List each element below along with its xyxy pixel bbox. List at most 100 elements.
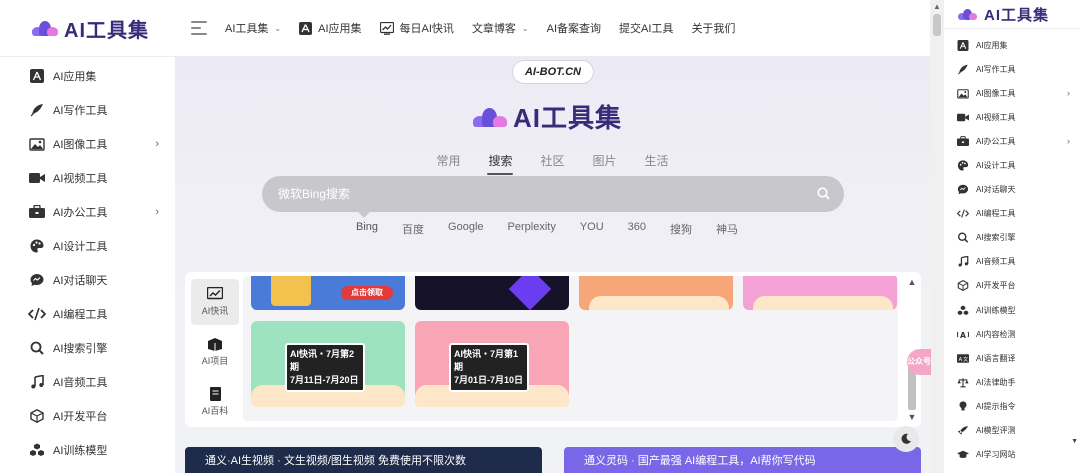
nav-item-2[interactable]: AI写作工具 (0, 93, 175, 127)
scroll-up-icon[interactable]: ▲ (933, 2, 941, 11)
nav-item-13[interactable]: A AI内容检测 (944, 322, 1080, 346)
claim-button[interactable]: 点击领取 (341, 286, 393, 300)
nav-item-label: AI音频工具 (976, 257, 1016, 267)
site-domain-badge: AI-BOT.CN (512, 60, 594, 84)
logo-text: AI工具集 (64, 19, 149, 42)
panel-tab-label: AI快讯 (201, 306, 229, 316)
scroll-up-icon[interactable]: ▲ (906, 277, 918, 287)
engine-shenma[interactable]: 神马 (716, 221, 738, 237)
menu-toggle-icon[interactable] (191, 21, 207, 35)
engine-google[interactable]: Google (448, 221, 483, 237)
topnav-submit-tool[interactable]: 提交AI工具 (619, 20, 673, 36)
engine-bing[interactable]: Bing (356, 221, 378, 237)
cube-icon (28, 408, 46, 424)
card-illustration (508, 276, 552, 310)
nav-item-9[interactable]: AI搜索引擎 (0, 331, 175, 365)
nav-item-16[interactable]: AI提示指令 (944, 394, 1080, 418)
nav-item-15[interactable]: AI法律助手 (944, 370, 1080, 394)
right-nav-list: AI应用集 AI写作工具 AI图像工具 › AI视频工具 AI办公工具 › AI设计工具 AI对… (944, 33, 1080, 467)
wechat-float-button[interactable]: 公众号 (907, 349, 931, 375)
nav-item-7[interactable]: AI对话聊天 (0, 263, 175, 297)
nav-item-12[interactable]: AI训练模型 (944, 298, 1080, 322)
nav-item-18[interactable]: AI学习网站 (944, 443, 1080, 467)
nav-item-12[interactable]: AI训练模型 (0, 433, 175, 467)
nav-item-5[interactable]: AI办公工具 › (944, 129, 1080, 153)
news-card[interactable]: 点击领取 (251, 276, 405, 310)
chart-icon (207, 287, 223, 300)
news-panel: AI快讯 AI项目 AI百科 点击领取 AI快讯・7月第2期 7月11日-7月2… (185, 272, 921, 427)
nav-item-1[interactable]: AI应用集 (0, 59, 175, 93)
card-illustration (271, 276, 311, 306)
nav-item-label: AI办公工具 (53, 207, 108, 219)
ad-banner-coding[interactable]: 通义灵码 · 国产最强 AI编程工具，AI帮你写代码 (564, 447, 921, 473)
nav-item-2[interactable]: AI写作工具 (944, 57, 1080, 81)
scroll-down-icon[interactable]: ▼ (906, 412, 918, 422)
image-icon (956, 87, 970, 99)
topnav-ai-apps[interactable]: AI应用集 (299, 20, 362, 36)
box-icon (208, 338, 222, 351)
nav-item-11[interactable]: AI开发平台 (0, 399, 175, 433)
nav-item-7[interactable]: AI对话聊天 (944, 178, 1080, 202)
topnav-ai-tools[interactable]: AI工具集 ⌄ (225, 20, 281, 36)
engine-you[interactable]: YOU (580, 221, 604, 237)
nav-item-17[interactable]: AI模型评测 (944, 419, 1080, 443)
tab-images[interactable]: 图片 (592, 152, 618, 169)
page-scrollbar[interactable]: ▲ (930, 0, 944, 473)
nav-item-3[interactable]: AI图像工具 › (944, 81, 1080, 105)
topnav-blog[interactable]: 文章博客 ⌄ (472, 20, 529, 36)
tab-life[interactable]: 生活 (644, 152, 670, 169)
nav-item-6[interactable]: AI设计工具 (0, 229, 175, 263)
chart-icon (379, 21, 394, 35)
nav-item-10[interactable]: AI音频工具 (0, 365, 175, 399)
tab-search[interactable]: 搜索 (487, 152, 514, 175)
chevron-right-icon: › (155, 138, 159, 150)
panel-tab-label: AI项目 (201, 356, 229, 366)
left-sidebar: AI工具集 AI应用集 AI写作工具 AI图像工具 › AI视频工具 AI办公工具 › AI设… (0, 0, 175, 473)
topnav-about[interactable]: 关于我们 (691, 20, 735, 36)
engine-perplexity[interactable]: Perplexity (508, 221, 556, 237)
topnav-filing-query[interactable]: AI备案查询 (547, 20, 601, 36)
engine-360[interactable]: 360 (628, 221, 646, 237)
feather-icon (28, 102, 46, 118)
search-input[interactable] (278, 187, 798, 201)
tab-community[interactable]: 社区 (539, 152, 565, 169)
panel-tab-ai-news[interactable]: AI快讯 (191, 279, 239, 325)
engine-baidu[interactable]: 百度 (402, 221, 424, 237)
main-content: AI-BOT.CN AI工具集 常用 搜索 社区 图片 生活 Bing 百度 G… (175, 56, 930, 473)
nav-item-11[interactable]: AI开发平台 (944, 274, 1080, 298)
news-card[interactable] (579, 276, 733, 310)
nav-item-5[interactable]: AI办公工具 › (0, 195, 175, 229)
search-icon[interactable] (817, 187, 830, 200)
nav-item-8[interactable]: AI编程工具 (0, 297, 175, 331)
nav-item-4[interactable]: AI视频工具 (944, 105, 1080, 129)
divider (944, 28, 1080, 29)
panel-tab-ai-projects[interactable]: AI项目 (191, 329, 239, 375)
scroll-down-icon[interactable]: ▼ (1071, 438, 1078, 445)
panel-tab-ai-wiki[interactable]: AI百科 (191, 379, 239, 425)
nav-item-label: AI写作工具 (976, 64, 1016, 74)
nav-item-label: AI应用集 (53, 71, 97, 83)
tab-common[interactable]: 常用 (435, 152, 461, 169)
nav-item-8[interactable]: AI编程工具 (944, 202, 1080, 226)
nav-item-14[interactable]: A 文 AI语言翻译 (944, 346, 1080, 370)
news-card[interactable] (415, 276, 569, 310)
site-logo[interactable]: AI工具集 (944, 0, 1080, 28)
scroll-thumb[interactable] (933, 14, 941, 36)
nav-item-3[interactable]: AI图像工具 › (0, 127, 175, 161)
topnav-daily-news[interactable]: 每日AI快讯 (379, 20, 454, 36)
nav-item-1[interactable]: AI应用集 (944, 33, 1080, 57)
nav-item-label: AI音频工具 (53, 377, 108, 389)
news-card[interactable]: AI快讯・7月第1期 7月01日-7月10日 (415, 321, 569, 407)
nav-item-label: AI图像工具 (976, 88, 1016, 98)
engine-sogou[interactable]: 搜狗 (670, 221, 692, 237)
nav-item-10[interactable]: AI音频工具 (944, 250, 1080, 274)
site-logo[interactable]: AI工具集 (0, 0, 175, 56)
news-card[interactable]: AI快讯・7月第2期 7月11日-7月20日 (251, 321, 405, 407)
nav-item-6[interactable]: AI设计工具 (944, 153, 1080, 177)
music-note-icon (28, 374, 46, 390)
news-card[interactable] (743, 276, 897, 310)
theme-toggle-icon[interactable] (893, 426, 919, 452)
nav-item-4[interactable]: AI视频工具 (0, 161, 175, 195)
nav-item-9[interactable]: AI搜索引擎 (944, 226, 1080, 250)
ad-banner-video[interactable]: 通义·AI生视频 · 文生视频/图生视频 免费使用不限次数 (185, 447, 542, 473)
